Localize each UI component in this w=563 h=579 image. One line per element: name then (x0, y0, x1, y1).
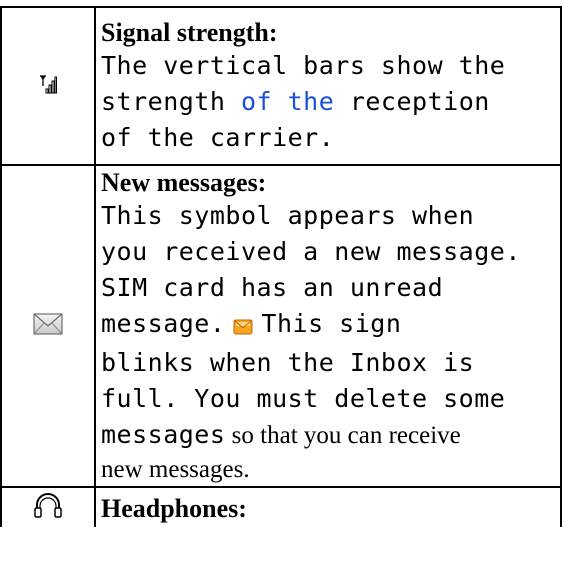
signal-strength-icon (39, 74, 57, 99)
row-description: This symbol appears when you received a … (101, 198, 558, 454)
description-line: full. You must delete some (101, 384, 506, 413)
description-line: SIM card has an unread (101, 273, 444, 302)
icon-cell (0, 164, 96, 488)
row-heading: New messages: (101, 168, 267, 197)
description-line: new messages. (101, 456, 250, 483)
headphones-icon (33, 492, 63, 523)
description-line: This symbol appears when (101, 201, 475, 230)
description-text: so that you can receive (225, 422, 461, 449)
description-line: message. This sign (101, 306, 558, 345)
description-line: messages so that you can receive (101, 417, 558, 454)
description-text: reception (334, 87, 490, 116)
description-text: messages (101, 420, 226, 449)
envelope-full-icon (233, 309, 253, 345)
envelope-icon (33, 312, 63, 340)
highlighted-text: of the (240, 87, 335, 116)
table-row: New messages: This symbol appears when y… (0, 164, 562, 488)
description-text: This sign (261, 309, 402, 338)
row-description: The vertical bars show the strength of t… (101, 48, 558, 156)
description-line: strength of the reception (101, 84, 558, 120)
table-row: Signal strength: The vertical bars show … (0, 6, 562, 166)
icon-cell (0, 486, 96, 527)
table-row: Headphones: (0, 486, 562, 527)
description-line: of the carrier. (101, 123, 335, 152)
icon-cell (0, 6, 96, 166)
row-heading: Headphones: (101, 493, 247, 523)
description-cell: New messages: This symbol appears when y… (94, 164, 562, 488)
description-line: The vertical bars show the (101, 51, 506, 80)
description-cell: Signal strength: The vertical bars show … (94, 6, 562, 166)
description-text: strength (101, 87, 241, 116)
description-line: you received a new message. (101, 237, 521, 266)
row-heading: Signal strength: (101, 18, 278, 47)
description-text: message. (101, 309, 226, 338)
status-symbols-table: Signal strength: The vertical bars show … (0, 6, 562, 527)
description-cell: Headphones: (94, 486, 562, 527)
description-line: blinks when the Inbox is (101, 348, 475, 377)
document-page: Signal strength: The vertical bars show … (0, 0, 563, 579)
